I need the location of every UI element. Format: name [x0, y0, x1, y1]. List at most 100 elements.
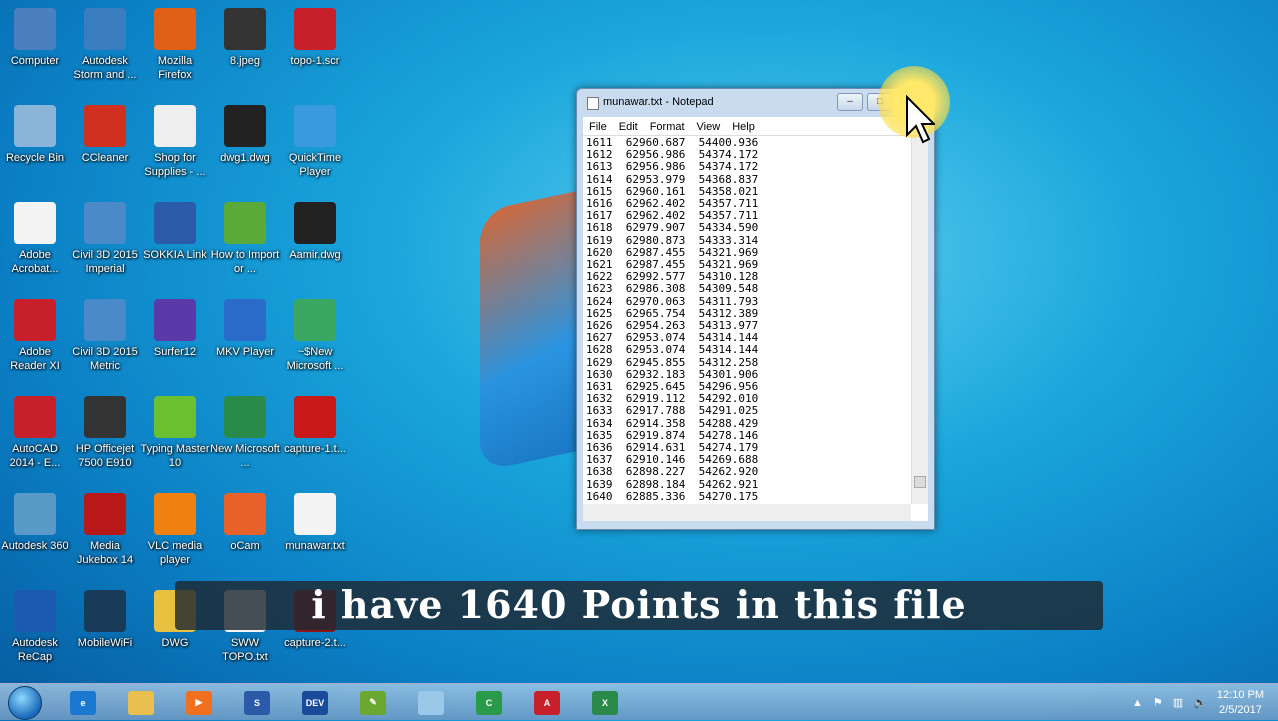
app-green-icon: ✎	[360, 690, 386, 715]
taskbar-sokkia[interactable]: S	[231, 687, 283, 718]
desktop-icon[interactable]: dwg1.dwg	[210, 105, 280, 165]
civil3d-icon: C	[476, 690, 502, 715]
app-icon	[84, 299, 126, 341]
desktop-icon[interactable]: Surfer12	[140, 299, 210, 359]
desktop-icon[interactable]: CCleaner	[70, 105, 140, 165]
desktop-icon[interactable]: AutoCAD 2014 - E...	[0, 396, 70, 470]
desktop-icon[interactable]: topo-1.scr	[280, 8, 350, 68]
text-line: 1638 62898.227 54262.920	[586, 465, 759, 479]
taskbar-internet-explorer[interactable]: e	[57, 687, 109, 718]
autocad-icon: A	[534, 690, 560, 715]
taskbar: e ▶ S DEV ✎ C A X ▲ ⚑ ▥ 🔈 12:10 PM 2/5/2017	[0, 683, 1278, 720]
action-center-icon[interactable]: ⚑	[1153, 696, 1163, 709]
desktop-icon[interactable]: Adobe Acrobat...	[0, 202, 70, 276]
text-line: 1640 62885.336 54270.175	[586, 489, 759, 503]
desktop-icon[interactable]: MKV Player	[210, 299, 280, 359]
desktop-icon[interactable]: HP Officejet 7500 E910	[70, 396, 140, 470]
taskbar-notepad[interactable]	[405, 687, 457, 718]
taskbar-windows-explorer[interactable]	[115, 687, 167, 718]
desktop-icon[interactable]: Autodesk ReCap	[0, 590, 70, 664]
app-icon	[84, 493, 126, 535]
text-line: 1623 62986.308 54309.548	[586, 282, 759, 296]
taskbar-app-green[interactable]: ✎	[347, 687, 399, 718]
app-icon	[14, 8, 56, 50]
app-icon	[294, 493, 336, 535]
desktop-icon-label: capture-2.t...	[284, 637, 346, 649]
desktop-icon-label: ~$New Microsoft ...	[286, 346, 344, 372]
desktop-icon[interactable]: How to Import or ...	[210, 202, 280, 276]
desktop-icon[interactable]: Autodesk 360	[0, 493, 70, 553]
network-icon[interactable]: ▥	[1173, 696, 1183, 709]
windows-wallpaper-logo	[480, 188, 590, 472]
desktop-icon-label: Media Jukebox 14	[76, 540, 134, 566]
app-icon	[14, 590, 56, 632]
taskbar-media-player[interactable]: ▶	[173, 687, 225, 718]
desktop-icon-label: Shop for Supplies - ...	[144, 152, 206, 178]
vertical-scrollbar[interactable]	[911, 136, 928, 504]
minimize-button[interactable]: –	[837, 93, 863, 111]
notepad-icon	[418, 690, 444, 715]
taskbar-dev[interactable]: DEV	[289, 687, 341, 718]
text-line: 1633 62917.788 54291.025	[586, 404, 759, 418]
app-icon	[294, 299, 336, 341]
desktop-icon[interactable]: Recycle Bin	[0, 105, 70, 165]
scroll-thumb[interactable]	[914, 476, 926, 488]
internet-explorer-icon: e	[70, 690, 96, 715]
desktop-icon-label: New Microsoft ...	[210, 443, 280, 469]
app-icon	[14, 202, 56, 244]
app-icon	[14, 105, 56, 147]
show-hidden-icons[interactable]: ▲	[1132, 697, 1143, 709]
desktop-icon[interactable]: Computer	[0, 8, 70, 68]
desktop-icon[interactable]: Mozilla Firefox	[140, 8, 210, 82]
desktop-icon[interactable]: VLC media player	[140, 493, 210, 567]
desktop-icon[interactable]: Media Jukebox 14	[70, 493, 140, 567]
desktop-icon[interactable]: MobileWiFi	[70, 590, 140, 650]
desktop-icon[interactable]: oCam	[210, 493, 280, 553]
desktop-icon[interactable]: Adobe Reader XI	[0, 299, 70, 373]
desktop-icon-label: Aamir.dwg	[289, 249, 341, 261]
menu-file[interactable]: File	[589, 121, 607, 135]
app-icon	[84, 202, 126, 244]
taskbar-civil3d[interactable]: C	[463, 687, 515, 718]
file-content: 1611 62960.687 54400.936 1612 62956.986 5…	[586, 136, 759, 503]
desktop-icon[interactable]: 8.jpeg	[210, 8, 280, 68]
desktop-icon[interactable]: Civil 3D 2015 Metric	[70, 299, 140, 373]
text-area[interactable]: 1611 62960.687 54400.936 1612 62956.986 5…	[583, 135, 928, 521]
desktop-icon[interactable]: QuickTime Player	[280, 105, 350, 179]
menu-edit[interactable]: Edit	[619, 121, 638, 135]
video-caption: i have 1640 Points in this file	[175, 581, 1103, 630]
desktop-icon[interactable]: Typing Master 10	[140, 396, 210, 470]
menu-format[interactable]: Format	[650, 121, 685, 135]
app-icon	[224, 202, 266, 244]
excel-icon: X	[592, 690, 618, 715]
start-button[interactable]	[8, 686, 42, 720]
app-icon	[294, 105, 336, 147]
app-icon	[154, 8, 196, 50]
desktop-icon-label: SOKKIA Link	[143, 249, 207, 261]
taskbar-excel[interactable]: X	[579, 687, 631, 718]
desktop-icon[interactable]: munawar.txt	[280, 493, 350, 553]
menu-view[interactable]: View	[697, 121, 721, 135]
desktop-icon[interactable]: Autodesk Storm and ...	[70, 8, 140, 82]
desktop-icon[interactable]: Shop for Supplies - ...	[140, 105, 210, 179]
taskbar-autocad[interactable]: A	[521, 687, 573, 718]
desktop-icon[interactable]: capture-1.t...	[280, 396, 350, 456]
notepad-window: munawar.txt - Notepad – □ ✕ File Edit Fo…	[576, 88, 935, 530]
desktop-icon[interactable]: SOKKIA Link	[140, 202, 210, 262]
text-line: 1613 62956.986 54374.172	[586, 160, 759, 174]
desktop-icon[interactable]: Civil 3D 2015 Imperial	[70, 202, 140, 276]
clock[interactable]: 12:10 PM 2/5/2017	[1217, 688, 1264, 718]
volume-icon[interactable]: 🔈	[1193, 696, 1207, 709]
desktop-icon-label: Civil 3D 2015 Imperial	[72, 249, 138, 275]
desktop-icon[interactable]: ~$New Microsoft ...	[280, 299, 350, 373]
desktop-icon[interactable]: New Microsoft ...	[210, 396, 280, 470]
desktop-icon-label: How to Import or ...	[210, 249, 280, 275]
desktop-icon[interactable]: Aamir.dwg	[280, 202, 350, 262]
app-icon	[224, 105, 266, 147]
app-icon	[154, 396, 196, 438]
menu-help[interactable]: Help	[732, 121, 755, 135]
media-player-icon: ▶	[186, 690, 212, 715]
desktop-icon-label: Civil 3D 2015 Metric	[72, 346, 138, 372]
horizontal-scrollbar[interactable]	[583, 504, 911, 521]
app-icon	[14, 493, 56, 535]
